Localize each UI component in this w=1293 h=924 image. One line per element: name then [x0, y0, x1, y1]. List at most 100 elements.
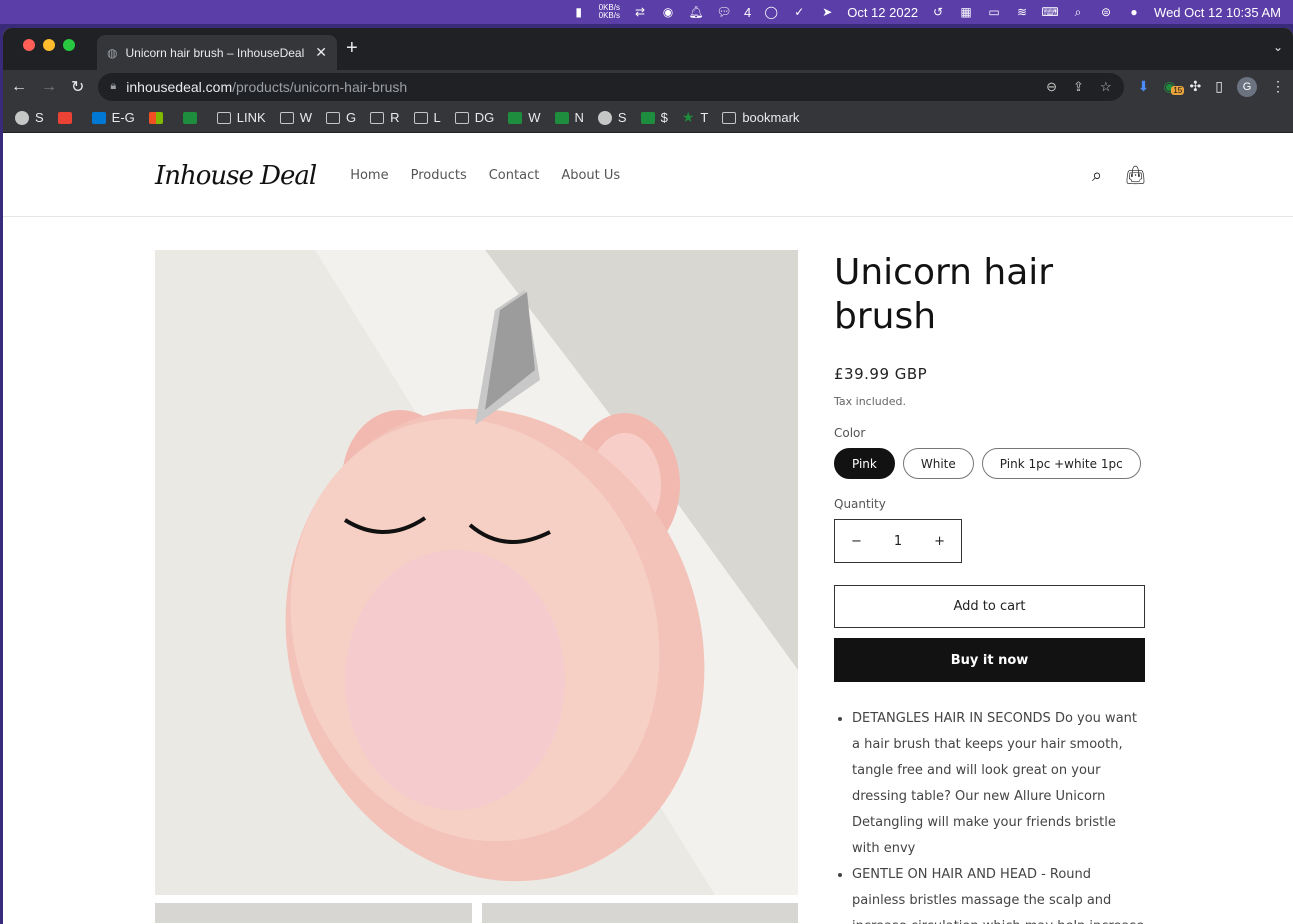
forward-arrow-icon[interactable]: → [41, 78, 57, 96]
bookmark-item[interactable]: S [15, 110, 44, 125]
wechat-icon[interactable]: 💬︎ [716, 5, 732, 19]
search-icon[interactable]: ⌕ [1070, 5, 1086, 19]
bookmark-item[interactable]: W [279, 110, 312, 125]
bookmark-item[interactable] [57, 111, 78, 124]
cart-icon[interactable]: 👜︎ [1124, 165, 1147, 186]
color-option-pink[interactable]: Pink [834, 448, 895, 479]
close-window-button[interactable] [23, 39, 35, 51]
site-header: Inhouse Deal Home Products Contact About… [3, 135, 1293, 217]
keyboard-icon[interactable]: ⌨ [1041, 5, 1058, 19]
close-icon[interactable]: ✕ [315, 44, 327, 61]
menu-kebab-icon[interactable]: ⋮ [1271, 78, 1285, 95]
menubar-date[interactable]: Oct 12 2022 [847, 5, 918, 20]
thumbnail[interactable] [155, 903, 472, 923]
nav-home[interactable]: Home [350, 168, 388, 183]
bookmark-item[interactable]: G [325, 110, 356, 125]
notification-bell-icon[interactable]: 🔔︎ [688, 5, 704, 19]
battery-icon[interactable]: ▭ [986, 5, 1002, 19]
bookmark-item[interactable]: LINK [216, 110, 266, 125]
lock-icon: 🔒︎ [110, 80, 117, 92]
plus-icon[interactable]: + [934, 534, 945, 549]
extensions-area: ⬇ ◉ 15 ✣ ▯ G ⋮ [1138, 76, 1285, 97]
color-option-pink-white[interactable]: Pink 1pc +white 1pc [981, 448, 1141, 479]
url-path: /products/unicorn-hair-brush [232, 78, 408, 95]
nav-about-us[interactable]: About Us [561, 168, 620, 183]
sidepanel-icon[interactable]: ▯ [1215, 78, 1223, 95]
chevron-down-icon[interactable]: ⌄ [1273, 40, 1283, 54]
time-machine-icon[interactable]: ↺ [930, 5, 946, 19]
siri-icon[interactable]: ● [1126, 5, 1142, 19]
bookmark-label: $ [660, 110, 668, 125]
wifi-icon[interactable]: ≋ [1014, 5, 1030, 19]
back-arrow-icon[interactable]: ← [11, 78, 27, 96]
share-icon[interactable]: ⇪ [1073, 79, 1084, 95]
add-to-cart-button[interactable]: Add to cart [834, 585, 1145, 628]
teamviewer-icon[interactable]: ⇄ [632, 5, 648, 19]
bookmark-item[interactable]: E-G [91, 110, 135, 125]
control-center-icon[interactable]: ⊜ [1098, 5, 1114, 19]
minimize-window-button[interactable] [43, 39, 55, 51]
cat-icon[interactable]: ◉ [660, 5, 676, 19]
grammarly-ext-icon[interactable]: ◉ 15 [1163, 78, 1185, 95]
ext-badge: 15 [1171, 86, 1185, 95]
product-info: Unicorn hair brush £39.99 GBP Tax includ… [834, 251, 1145, 924]
menubar-clock[interactable]: Wed Oct 12 10:35 AM [1154, 5, 1281, 20]
quantity-input[interactable]: 1 [894, 534, 902, 549]
bookmark-item[interactable]: bookmark [722, 110, 799, 125]
folder-icon [413, 111, 428, 124]
new-tab-button[interactable]: + [346, 37, 358, 60]
bookmark-item[interactable] [148, 111, 169, 124]
minus-icon[interactable]: − [851, 534, 862, 549]
bookmark-label: W [299, 110, 312, 125]
url-domain: inhousedeal.com [126, 78, 233, 95]
puzzle-icon[interactable]: ✣ [1190, 78, 1202, 95]
line-icon[interactable]: ◯ [763, 5, 779, 19]
bookmark-item[interactable]: N [554, 110, 584, 125]
folder-icon [370, 111, 385, 124]
web-page: Inhouse Deal Home Products Contact About… [3, 135, 1293, 924]
description-item: GENTLE ON HAIR AND HEAD - Round painless… [852, 862, 1145, 924]
sheets-icon [508, 111, 523, 124]
reload-icon[interactable]: ↻ [71, 77, 84, 97]
thumbnail-strip [155, 903, 798, 923]
zoom-icon[interactable]: ⊖ [1046, 79, 1057, 95]
thumbnail[interactable] [481, 903, 798, 923]
tab-active[interactable]: ◍ Unicorn hair brush – InhouseDeal ✕ [97, 35, 337, 70]
bookmark-star-icon[interactable]: ☆ [1100, 79, 1112, 95]
maximize-window-button[interactable] [63, 39, 75, 51]
color-option-white[interactable]: White [902, 448, 974, 479]
main-nav: Home Products Contact About Us [350, 168, 620, 183]
nav-products[interactable]: Products [411, 168, 467, 183]
flag-icon[interactable]: ▦ [958, 5, 974, 19]
nav-contact[interactable]: Contact [489, 168, 540, 183]
window-controls [23, 39, 75, 51]
bookmark-item[interactable]: $ [640, 110, 668, 125]
app-icon[interactable]: ▮ [571, 5, 587, 19]
bookmark-item[interactable]: S [597, 110, 627, 125]
download-icon[interactable]: ⬇ [1138, 78, 1150, 95]
folder-icon [325, 111, 340, 124]
profile-avatar[interactable]: G [1237, 76, 1257, 97]
buy-it-now-button[interactable]: Buy it now [834, 638, 1145, 682]
bookmark-item[interactable]: ★ T [682, 109, 709, 126]
bookmark-label: S [617, 110, 627, 125]
bookmark-item[interactable]: W [508, 110, 541, 125]
description-item: DETANGLES HAIR IN SECONDS Do you want a … [852, 706, 1145, 862]
grammarly-icon [182, 111, 197, 124]
bookmark-label: L [433, 110, 441, 125]
search-icon[interactable]: ⌕ [1092, 165, 1102, 186]
bookmark-item[interactable]: R [370, 110, 400, 125]
bookmark-item[interactable] [182, 111, 203, 124]
product-image[interactable] [155, 250, 798, 895]
color-label: Color [834, 426, 866, 440]
folder-icon [454, 111, 469, 124]
check-icon[interactable]: ✓ [791, 5, 807, 19]
wechat-count: 4 [743, 4, 752, 20]
arrow-icon[interactable]: ➤ [819, 5, 835, 19]
address-bar[interactable]: 🔒︎ inhousedeal.com/products/unicorn-hair… [98, 72, 1124, 101]
bookmark-item[interactable]: DG [454, 110, 494, 125]
bookmark-item[interactable]: L [413, 110, 441, 125]
microsoft-icon [148, 111, 163, 124]
site-logo[interactable]: Inhouse Deal [155, 161, 317, 191]
gmail-icon [57, 111, 72, 124]
